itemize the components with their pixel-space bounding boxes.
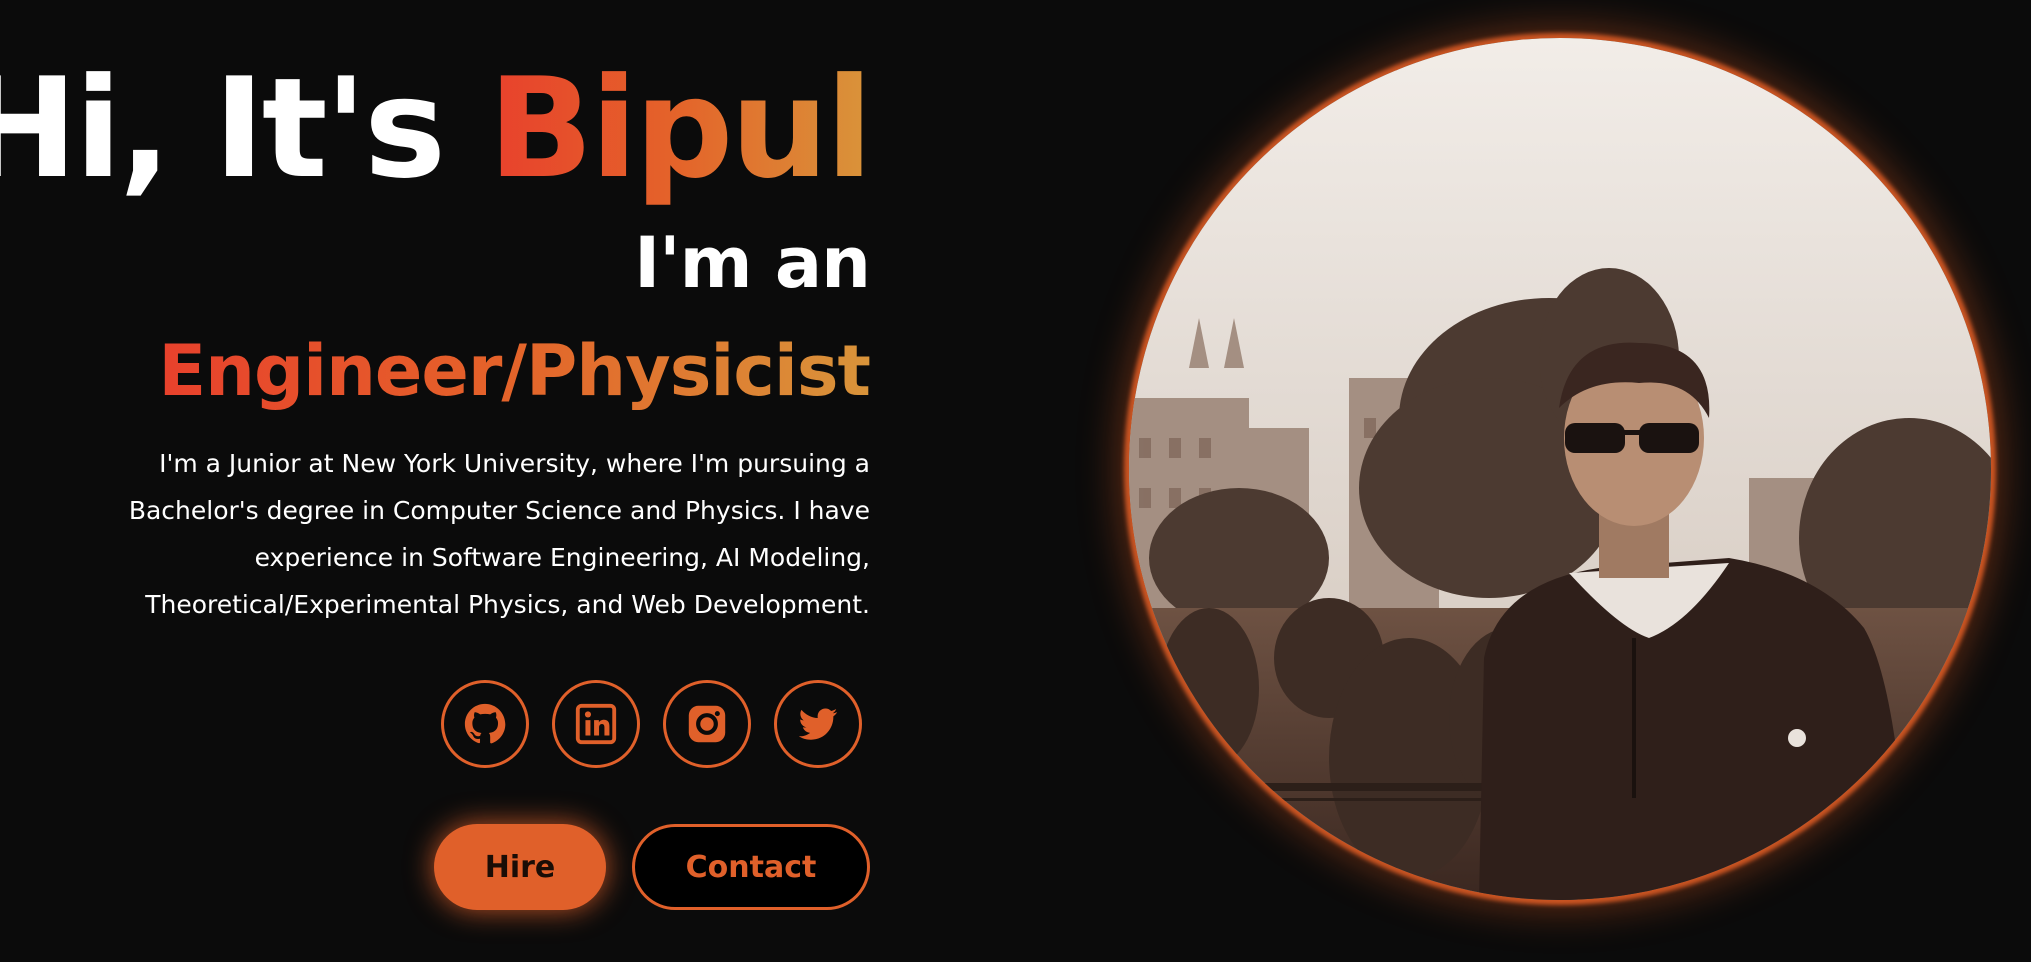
social-links (441, 680, 862, 768)
profile-photo (1129, 38, 1991, 900)
hero-greeting: Hi, It's Bipul (0, 46, 873, 212)
hire-button[interactable]: Hire (434, 824, 606, 910)
profile-photo-image (1129, 38, 1991, 900)
github-link[interactable] (441, 680, 529, 768)
twitter-icon (798, 708, 838, 740)
hero-subtitle: I'm an (634, 222, 871, 304)
hero-section: Hi, It's Bipul I'm an Engineer/Physicist… (0, 0, 2031, 962)
greeting-prefix: Hi, It's (0, 48, 489, 209)
twitter-link[interactable] (774, 680, 862, 768)
hero-bio: I'm a Junior at New York University, whe… (128, 449, 870, 619)
hero-text-column: Hi, It's Bipul I'm an Engineer/Physicist… (0, 0, 873, 962)
linkedin-link[interactable] (552, 680, 640, 768)
instagram-link[interactable] (663, 680, 751, 768)
hero-role: Engineer/Physicist (158, 330, 871, 412)
instagram-icon (688, 705, 726, 743)
github-icon (464, 703, 506, 744)
contact-button[interactable]: Contact (632, 824, 870, 910)
cta-buttons: Hire Contact (434, 824, 870, 910)
linkedin-icon (575, 703, 617, 745)
hero-name: Bipul (488, 48, 873, 209)
